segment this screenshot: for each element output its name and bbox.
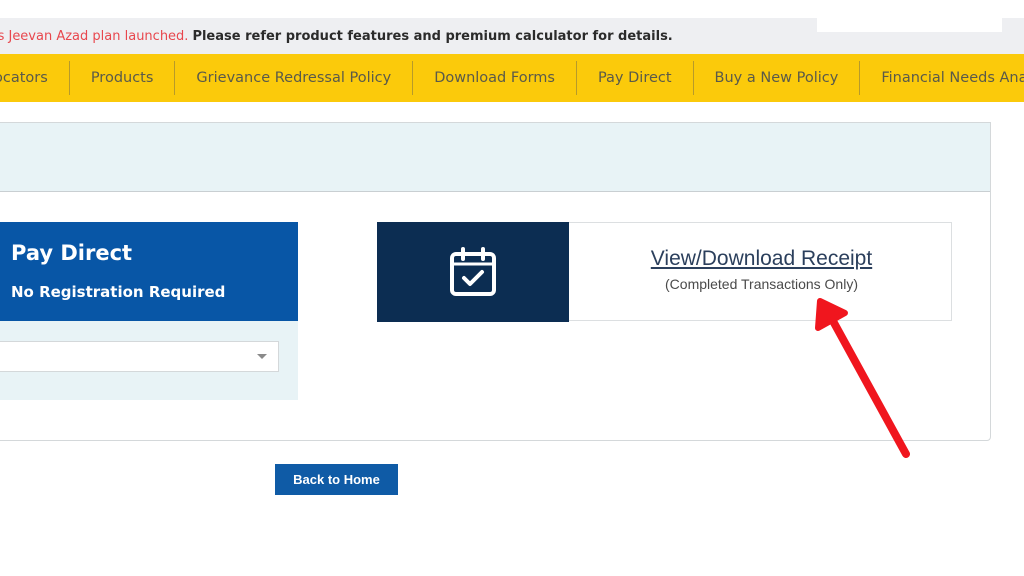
nav-item-products[interactable]: Products <box>70 61 176 95</box>
pay-direct-header[interactable]: Pay Direct No Registration Required <box>0 222 298 321</box>
back-to-home-button[interactable]: Back to Home <box>275 464 398 495</box>
view-receipt-card[interactable]: View/Download Receipt (Completed Transac… <box>377 222 952 321</box>
view-download-receipt-link[interactable]: View/Download Receipt <box>570 247 953 271</box>
receipt-note: (Completed Transactions Only) <box>570 276 953 292</box>
nav-item-locators[interactable]: ocators <box>0 61 70 95</box>
top-spacer <box>0 0 1024 18</box>
calendar-check-icon <box>449 247 497 297</box>
pay-direct-title: Pay Direct <box>11 241 132 265</box>
nav-item-download-forms[interactable]: Download Forms <box>413 61 577 95</box>
ticker-blank-area <box>817 18 1002 32</box>
nav-item-grievance-redressal-policy[interactable]: Grievance Redressal Policy <box>175 61 413 95</box>
payment-type-select[interactable] <box>0 341 279 372</box>
chevron-down-icon <box>257 354 267 359</box>
nav-item-buy-new-policy[interactable]: Buy a New Policy <box>694 61 861 95</box>
ticker-highlight[interactable]: 's Jeevan Azad plan launched. <box>0 29 188 44</box>
nav-item-financial-needs-analysis[interactable]: Financial Needs Analysis <box>860 61 1024 95</box>
receipt-icon-panel <box>377 222 569 322</box>
nav-item-pay-direct[interactable]: Pay Direct <box>577 61 694 95</box>
pay-direct-subtitle: No Registration Required <box>11 283 225 301</box>
panel-header <box>0 123 990 192</box>
main-navbar: ocators Products Grievance Redressal Pol… <box>0 54 1024 102</box>
ticker-message: Please refer product features and premiu… <box>192 29 672 44</box>
pay-direct-card: Pay Direct No Registration Required <box>0 222 298 400</box>
